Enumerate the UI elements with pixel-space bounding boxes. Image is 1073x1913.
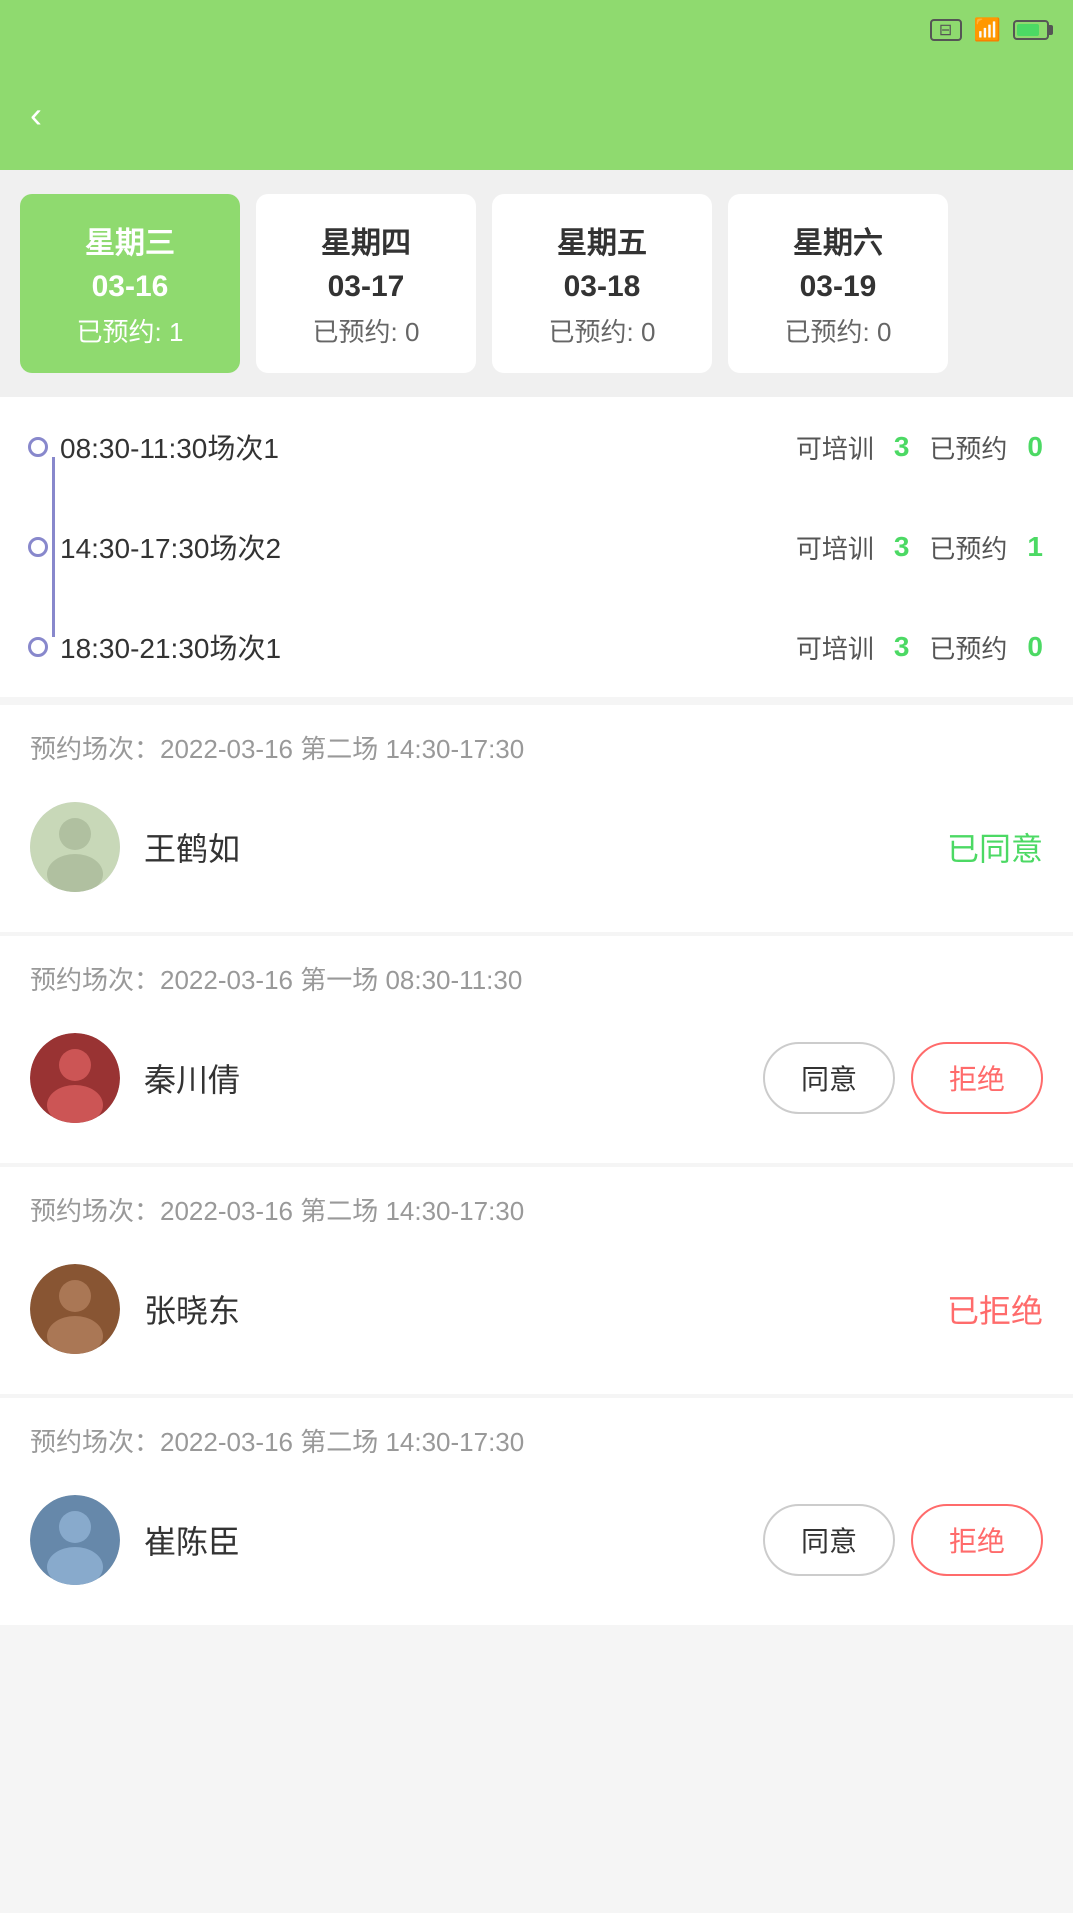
- day-booked: 已预约: 1: [36, 312, 224, 349]
- session-time: 08:30-11:30场次1: [60, 427, 796, 467]
- user-avatar-2: [30, 1264, 120, 1354]
- session-booked-count: 1: [1027, 531, 1043, 563]
- agree-button[interactable]: 同意: [763, 1042, 895, 1114]
- session-train-label: 可培训: [796, 429, 874, 466]
- reject-button[interactable]: 拒绝: [911, 1042, 1043, 1114]
- session-list: 08:30-11:30场次1 可培训 3 已预约 0 14:30-17:30场次…: [0, 397, 1073, 697]
- user-avatar-1: [30, 1033, 120, 1123]
- user-name: 王鹤如: [144, 824, 947, 870]
- user-name: 张晓东: [144, 1286, 947, 1332]
- action-buttons: 同意 拒绝: [763, 1042, 1043, 1114]
- session-item-2[interactable]: 18:30-21:30场次1 可培训 3 已预约 0: [60, 627, 1043, 667]
- booking-date-label: 预约场次：2022-03-16 第二场 14:30-17:30: [30, 1191, 1043, 1228]
- session-info: 可培训 3 已预约 0: [796, 629, 1043, 666]
- day-name: 星期五: [508, 218, 696, 262]
- wifi-icon: 📶: [974, 17, 1001, 43]
- booking-date-label: 预约场次：2022-03-16 第二场 14:30-17:30: [30, 729, 1043, 766]
- user-avatar-3: [30, 1495, 120, 1585]
- day-date: 03-17: [272, 270, 460, 304]
- session-info: 可培训 3 已预约 1: [796, 529, 1043, 566]
- booking-date-label: 预约场次：2022-03-16 第一场 08:30-11:30: [30, 960, 1043, 997]
- day-card-3[interactable]: 星期六 03-19 已预约: 0: [728, 194, 948, 373]
- battery-icon: [1013, 20, 1049, 40]
- day-name: 星期三: [36, 218, 224, 262]
- status-icons: ⊟ 📶: [930, 17, 1049, 43]
- screen-icon: ⊟: [930, 19, 962, 41]
- session-booked-count: 0: [1027, 631, 1043, 663]
- timeline-dot: [28, 437, 48, 457]
- day-card-0[interactable]: 星期三 03-16 已预约: 1: [20, 194, 240, 373]
- booking-item: 崔陈臣 同意 拒绝: [30, 1479, 1043, 1601]
- reject-button[interactable]: 拒绝: [911, 1504, 1043, 1576]
- session-train-count: 3: [894, 631, 910, 663]
- day-name: 星期六: [744, 218, 932, 262]
- booking-section-1: 预约场次：2022-03-16 第一场 08:30-11:30 秦川倩 同意 拒…: [0, 936, 1073, 1163]
- booking-item: 张晓东 已拒绝: [30, 1248, 1043, 1370]
- session-train-count: 3: [894, 531, 910, 563]
- session-train-label: 可培训: [796, 629, 874, 666]
- user-name: 秦川倩: [144, 1055, 763, 1101]
- status-bar: ⊟ 📶: [0, 0, 1073, 60]
- status-agreed: 已同意: [947, 824, 1043, 870]
- booking-section-3: 预约场次：2022-03-16 第二场 14:30-17:30 崔陈臣 同意 拒…: [0, 1398, 1073, 1625]
- session-booked-label: 已预约: [929, 629, 1007, 666]
- session-info: 可培训 3 已预约 0: [796, 429, 1043, 466]
- day-booked: 已预约: 0: [744, 312, 932, 349]
- session-item-0[interactable]: 08:30-11:30场次1 可培训 3 已预约 0: [60, 427, 1043, 467]
- session-train-label: 可培训: [796, 529, 874, 566]
- day-date: 03-19: [744, 270, 932, 304]
- day-booked: 已预约: 0: [272, 312, 460, 349]
- booking-container: 预约场次：2022-03-16 第二场 14:30-17:30 王鹤如 已同意 …: [0, 705, 1073, 1625]
- user-name: 崔陈臣: [144, 1517, 763, 1563]
- header: ‹: [0, 60, 1073, 170]
- day-booked: 已预约: 0: [508, 312, 696, 349]
- session-booked-count: 0: [1027, 431, 1043, 463]
- timeline-line: [52, 457, 55, 637]
- session-booked-label: 已预约: [929, 429, 1007, 466]
- timeline-dot: [28, 537, 48, 557]
- booking-section-2: 预约场次：2022-03-16 第二场 14:30-17:30 张晓东 已拒绝: [0, 1167, 1073, 1394]
- session-booked-label: 已预约: [929, 529, 1007, 566]
- user-avatar-0: [30, 802, 120, 892]
- booking-item: 秦川倩 同意 拒绝: [30, 1017, 1043, 1139]
- action-buttons: 同意 拒绝: [763, 1504, 1043, 1576]
- booking-date-label: 预约场次：2022-03-16 第二场 14:30-17:30: [30, 1422, 1043, 1459]
- day-name: 星期四: [272, 218, 460, 262]
- day-card-1[interactable]: 星期四 03-17 已预约: 0: [256, 194, 476, 373]
- session-item-1[interactable]: 14:30-17:30场次2 可培训 3 已预约 1: [60, 527, 1043, 567]
- day-date: 03-16: [36, 270, 224, 304]
- day-date: 03-18: [508, 270, 696, 304]
- session-train-count: 3: [894, 431, 910, 463]
- day-selector: 星期三 03-16 已预约: 1 星期四 03-17 已预约: 0 星期五 03…: [0, 170, 1073, 397]
- agree-button[interactable]: 同意: [763, 1504, 895, 1576]
- timeline-dot: [28, 637, 48, 657]
- back-button[interactable]: ‹: [30, 94, 42, 136]
- booking-section-0: 预约场次：2022-03-16 第二场 14:30-17:30 王鹤如 已同意: [0, 705, 1073, 932]
- booking-item: 王鹤如 已同意: [30, 786, 1043, 908]
- status-rejected: 已拒绝: [947, 1286, 1043, 1332]
- session-time: 14:30-17:30场次2: [60, 527, 796, 567]
- day-card-2[interactable]: 星期五 03-18 已预约: 0: [492, 194, 712, 373]
- session-time: 18:30-21:30场次1: [60, 627, 796, 667]
